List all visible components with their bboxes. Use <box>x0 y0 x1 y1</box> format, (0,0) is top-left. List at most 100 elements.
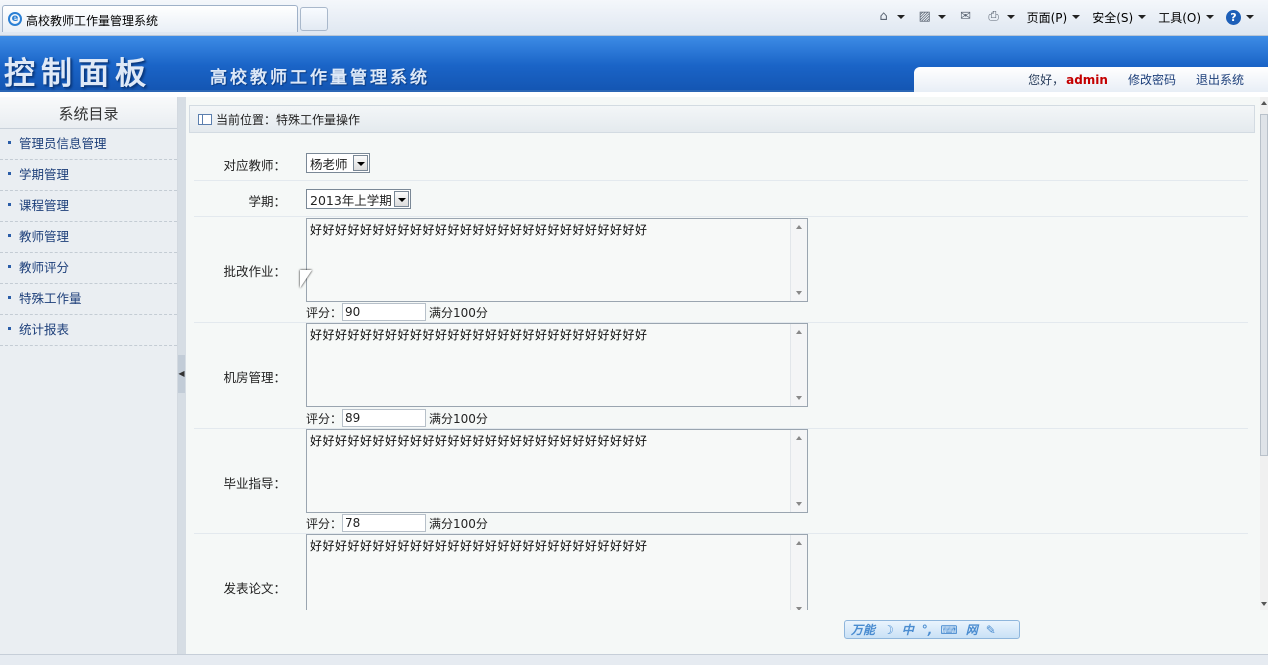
section-label: 发表论文： <box>223 581 286 596</box>
chevron-down-icon <box>1206 15 1214 19</box>
score-field: 评分： 90 满分100分 <box>306 303 488 321</box>
ime-net[interactable]: 网 <box>966 621 978 638</box>
section-label: 批改作业： <box>223 264 286 279</box>
section-label: 机房管理： <box>223 370 286 385</box>
sidebar-splitter[interactable]: ◀ <box>178 97 186 654</box>
textarea-scrollbar[interactable] <box>790 430 807 512</box>
command-bar: ⌂ ▨ ✉ ⎙ 页面(P) 安全(S) 工具(O) ? <box>872 7 1258 27</box>
browser-toolbar: e 高校教师工作量管理系统 ⌂ ▨ ✉ ⎙ 页面(P) 安全(S) 工具(O) … <box>0 0 1268 36</box>
home-button[interactable]: ⌂ <box>872 7 909 27</box>
ime-mode[interactable]: 中 <box>902 621 914 638</box>
sidebar-title: 系统目录 <box>0 97 177 129</box>
collapse-arrow-icon[interactable]: ◀ <box>178 355 185 393</box>
sidebar-item-report[interactable]: 统计报表 <box>0 315 177 346</box>
browser-tab-title: 高校教师工作量管理系统 <box>26 14 159 28</box>
printer-icon: ⎙ <box>988 9 999 24</box>
mail-button[interactable]: ✉ <box>954 7 978 27</box>
username: admin <box>1066 73 1108 87</box>
browser-tab[interactable]: e 高校教师工作量管理系统 <box>2 5 298 32</box>
scroll-up-icon[interactable] <box>1261 101 1267 105</box>
change-password-link[interactable]: 修改密码 <box>1128 71 1176 88</box>
section-row: 毕业指导： 好好好好好好好好好好好好好好好好好好好好好好好好好好好 评分： 78… <box>194 429 1248 534</box>
wrench-icon[interactable]: ✎ <box>986 623 996 637</box>
feeds-button[interactable]: ▨ <box>913 7 950 27</box>
sidebar-item-admin-info[interactable]: 管理员信息管理 <box>0 129 177 160</box>
bullet-icon <box>8 234 11 237</box>
chevron-down-icon <box>1072 15 1081 19</box>
score-field: 评分： 89 满分100分 <box>306 409 488 427</box>
chevron-down-icon <box>896 15 905 19</box>
tools-menu[interactable]: 工具(O) <box>1154 7 1218 27</box>
bullet-icon <box>8 172 11 175</box>
section-row: 发表论文： 好好好好好好好好好好好好好好好好好好好好好好好好好好好 <box>194 534 1248 610</box>
section-textarea[interactable]: 好好好好好好好好好好好好好好好好好好好好好好好好好好好 <box>306 323 808 407</box>
section-textarea[interactable]: 好好好好好好好好好好好好好好好好好好好好好好好好好好好 <box>306 218 808 302</box>
breadcrumb-text: 当前位置：特殊工作量操作 <box>216 112 361 127</box>
teacher-label: 对应教师： <box>223 158 286 173</box>
safety-menu[interactable]: 安全(S) <box>1088 7 1150 27</box>
textarea-scrollbar[interactable] <box>790 324 807 406</box>
chevron-down-icon[interactable] <box>353 155 368 171</box>
system-name: 高校教师工作量管理系统 <box>210 68 430 88</box>
teacher-row: 对应教师： 杨老师 <box>194 145 1248 181</box>
logout-link[interactable]: 退出系统 <box>1196 71 1244 88</box>
ime-toolbar[interactable]: 万能 ☽ 中 °, ⌨ 网 ✎ <box>844 620 1020 639</box>
term-row: 学期： 2013年上学期 <box>194 181 1248 217</box>
sidebar-item-teacher-rating[interactable]: 教师评分 <box>0 253 177 284</box>
score-input[interactable]: 90 <box>342 303 427 321</box>
ime-logo: 万能 <box>851 623 876 637</box>
section-label: 毕业指导： <box>223 476 286 491</box>
sidebar: 系统目录 管理员信息管理 学期管理 课程管理 教师管理 教师评分 特殊工作量 统… <box>0 97 178 654</box>
rss-icon: ▨ <box>918 9 931 24</box>
section-textarea[interactable]: 好好好好好好好好好好好好好好好好好好好好好好好好好好好 <box>306 534 808 610</box>
user-bar: 您好， admin 修改密码 退出系统 <box>914 67 1268 92</box>
score-input[interactable]: 78 <box>342 514 427 532</box>
home-icon: ⌂ <box>879 9 888 24</box>
help-icon: ? <box>1226 9 1241 25</box>
ie-icon: e <box>8 12 22 26</box>
mail-icon: ✉ <box>960 9 972 24</box>
chevron-down-icon <box>937 15 946 19</box>
textarea-scrollbar[interactable] <box>790 219 807 301</box>
brand-title: 控制面板 <box>4 56 152 92</box>
main-content: 当前位置：特殊工作量操作 对应教师： 杨老师 学期： 2013年上学期 批改作业… <box>186 97 1260 610</box>
keyboard-icon[interactable]: ⌨ <box>940 623 957 637</box>
help-menu[interactable]: ? <box>1222 7 1258 27</box>
section-row: 机房管理： 好好好好好好好好好好好好好好好好好好好好好好好好好好好 评分： 89… <box>194 323 1248 429</box>
punctuation-icon[interactable]: °, <box>922 623 933 637</box>
chevron-down-icon <box>1006 15 1015 19</box>
scroll-down-icon[interactable] <box>1261 602 1267 606</box>
textarea-scrollbar[interactable] <box>790 535 807 610</box>
breadcrumb: 当前位置：特殊工作量操作 <box>189 105 1255 133</box>
section-textarea[interactable]: 好好好好好好好好好好好好好好好好好好好好好好好好好好好 <box>306 429 808 513</box>
status-bar <box>0 654 1268 665</box>
page-scrollbar[interactable] <box>1260 97 1268 610</box>
new-tab-button[interactable] <box>300 7 328 31</box>
moon-icon[interactable]: ☽ <box>883 623 894 637</box>
mouse-cursor-icon <box>300 270 312 288</box>
scroll-thumb[interactable] <box>1260 114 1268 456</box>
teacher-select[interactable]: 杨老师 <box>306 153 370 173</box>
panel-icon <box>198 113 212 125</box>
bullet-icon <box>8 141 11 144</box>
term-label: 学期： <box>248 194 286 209</box>
score-field: 评分： 78 满分100分 <box>306 514 488 532</box>
sidebar-item-special-workload[interactable]: 特殊工作量 <box>0 284 177 315</box>
sidebar-item-course[interactable]: 课程管理 <box>0 191 177 222</box>
sidebar-item-teacher[interactable]: 教师管理 <box>0 222 177 253</box>
score-input[interactable]: 89 <box>342 409 427 427</box>
print-button[interactable]: ⎙ <box>982 7 1019 27</box>
sidebar-menu: 管理员信息管理 学期管理 课程管理 教师管理 教师评分 特殊工作量 统计报表 <box>0 129 177 346</box>
page-menu[interactable]: 页面(P) <box>1023 7 1085 27</box>
section-row: 批改作业： 好好好好好好好好好好好好好好好好好好好好好好好好好好好 评分： 90… <box>194 217 1248 323</box>
bottom-area <box>186 610 1268 654</box>
chevron-down-icon <box>1138 15 1147 19</box>
sidebar-item-term[interactable]: 学期管理 <box>0 160 177 191</box>
greeting: 您好， admin <box>1028 73 1108 87</box>
chevron-down-icon <box>1246 15 1254 19</box>
bullet-icon <box>8 327 11 330</box>
bullet-icon <box>8 296 11 299</box>
chevron-down-icon[interactable] <box>394 191 409 207</box>
bullet-icon <box>8 265 11 268</box>
term-select[interactable]: 2013年上学期 <box>306 189 411 209</box>
